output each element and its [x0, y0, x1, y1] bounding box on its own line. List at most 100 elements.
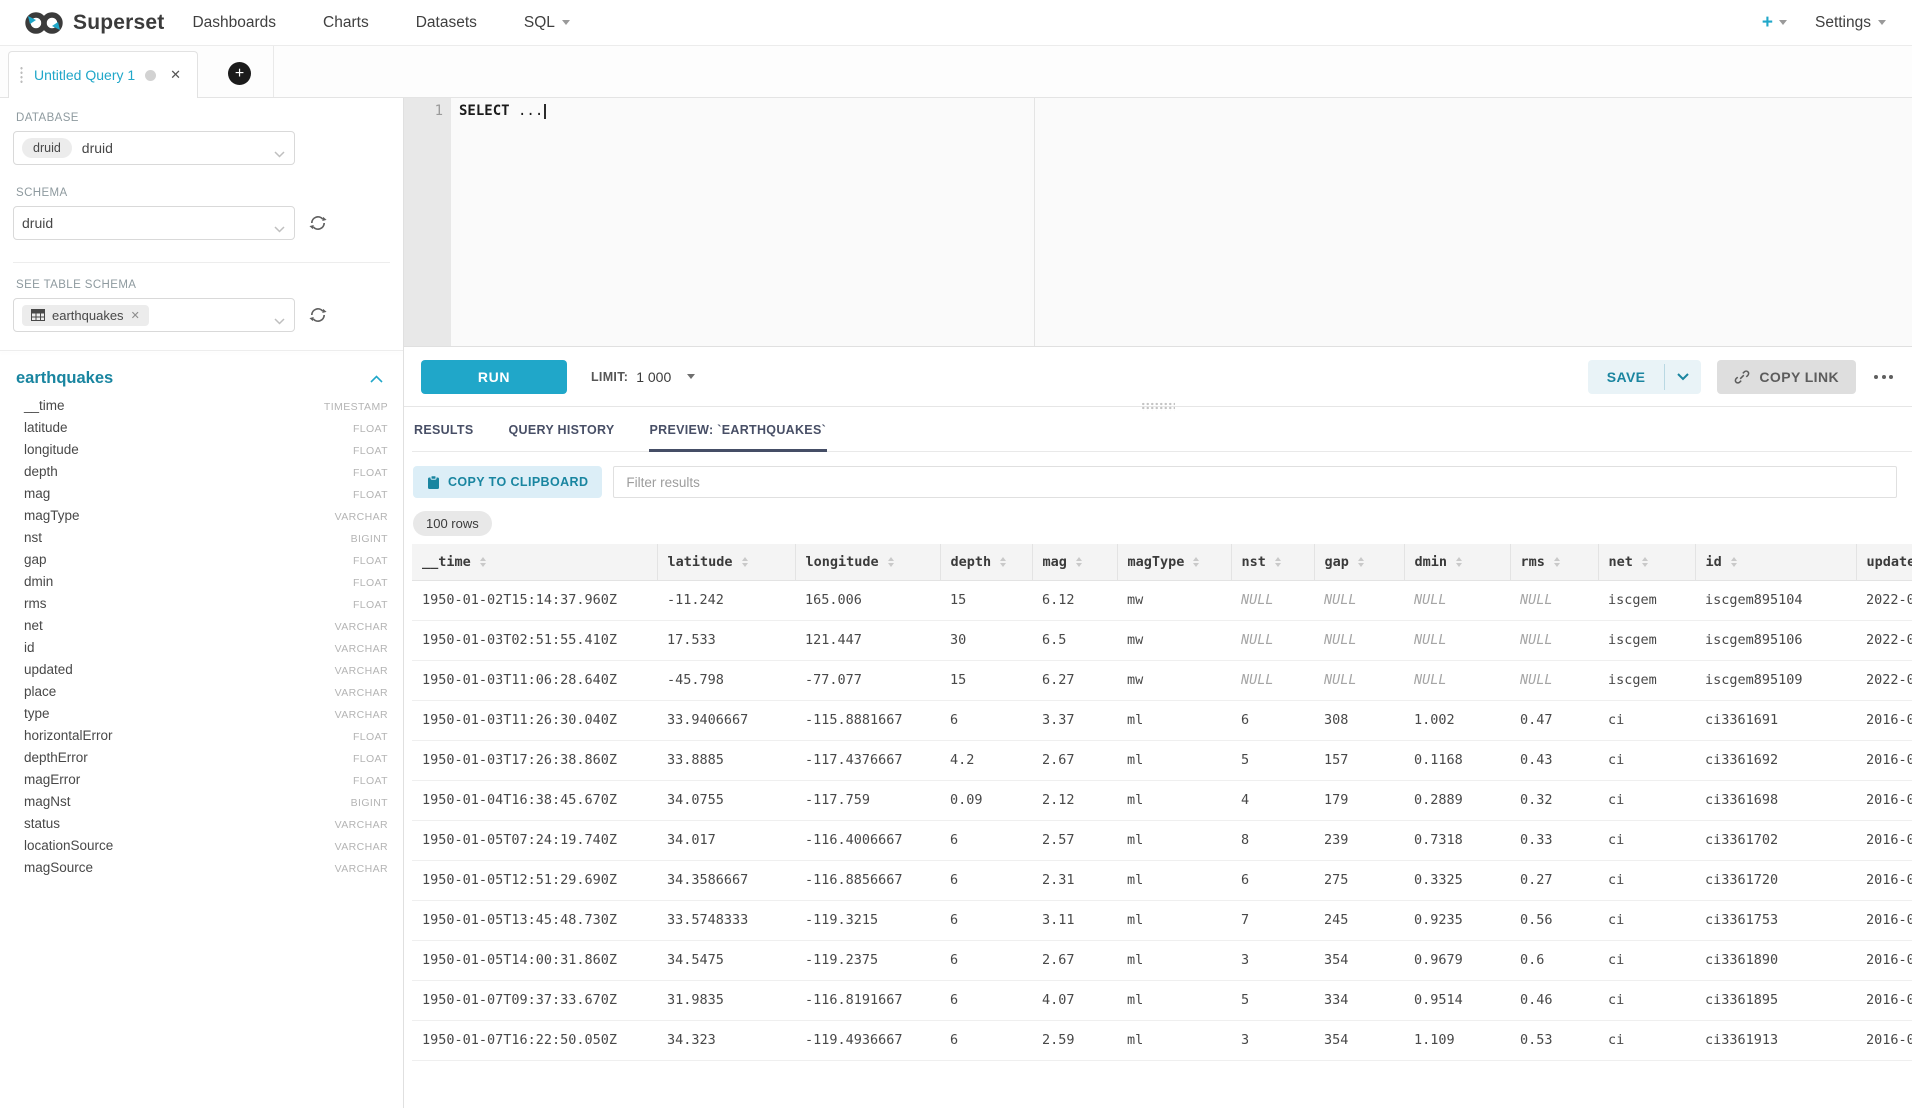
table-cell: NULL — [1404, 620, 1510, 660]
table-cell: 239 — [1314, 820, 1404, 860]
close-tab-icon[interactable]: ✕ — [170, 67, 181, 83]
nav-dashboards[interactable]: Dashboards — [192, 14, 276, 32]
column-name: depthError — [24, 750, 88, 765]
grid-header-label: mag — [1043, 554, 1067, 570]
collapse-table-icon[interactable] — [366, 373, 387, 385]
add-query-tab-button[interactable]: + — [228, 62, 251, 85]
sort-icon[interactable] — [888, 557, 894, 568]
sql-editor[interactable]: 1 SELECT ... — [404, 98, 1912, 347]
sort-icon[interactable] — [1076, 557, 1082, 568]
table-cell: 30 — [940, 620, 1032, 660]
database-label: DATABASE — [16, 112, 390, 124]
table-row: 1950-01-02T15:14:37.960Z-11.242165.00615… — [412, 580, 1912, 620]
table-cell: 2.57 — [1032, 820, 1117, 860]
sort-icon[interactable] — [1275, 557, 1281, 568]
pane-resize-handle[interactable] — [1141, 402, 1175, 411]
grid-column-header-magType[interactable]: magType — [1117, 544, 1231, 580]
database-select[interactable]: druid druid — [13, 131, 295, 165]
schema-select[interactable]: druid — [13, 206, 295, 240]
grid-column-header-time[interactable]: __time — [412, 544, 657, 580]
schema-column-row: dminFLOAT — [13, 574, 390, 596]
table-select[interactable]: earthquakes ✕ — [13, 298, 295, 332]
grid-column-header-nst[interactable]: nst — [1231, 544, 1314, 580]
more-actions-icon[interactable] — [1872, 369, 1895, 385]
grid-header-label: __time — [422, 554, 471, 570]
grid-column-header-net[interactable]: net — [1598, 544, 1695, 580]
sort-icon[interactable] — [1000, 557, 1006, 568]
column-name: net — [24, 618, 43, 633]
table-cell: 34.3586667 — [657, 860, 795, 900]
grid-column-header-rms[interactable]: rms — [1510, 544, 1598, 580]
nav-sql-menu[interactable]: SQL — [524, 14, 570, 32]
grid-header-label: net — [1609, 554, 1633, 570]
nav-sql-label: SQL — [524, 14, 555, 32]
sort-icon[interactable] — [1554, 557, 1560, 568]
sort-icon[interactable] — [1642, 557, 1648, 568]
grid-column-header-updated[interactable]: updated — [1856, 544, 1912, 580]
table-cell: 1950-01-03T02:51:55.410Z — [412, 620, 657, 660]
sort-icon[interactable] — [742, 557, 748, 568]
table-cell: 354 — [1314, 1020, 1404, 1060]
table-cell: 2.59 — [1032, 1020, 1117, 1060]
tab-results[interactable]: RESULTS — [413, 423, 475, 451]
sort-icon[interactable] — [1193, 557, 1199, 568]
table-cell: 34.5475 — [657, 940, 795, 980]
query-tab-active[interactable]: Untitled Query 1 ✕ — [8, 51, 198, 98]
column-type: VARCHAR — [335, 643, 388, 655]
table-cell: NULL — [1404, 580, 1510, 620]
grid-column-header-id[interactable]: id — [1695, 544, 1856, 580]
sql-code-line[interactable]: SELECT ... — [451, 101, 546, 121]
table-grid-icon — [31, 309, 45, 321]
plus-icon: + — [1762, 12, 1773, 34]
schema-column-row: horizontalErrorFLOAT — [13, 728, 390, 750]
table-cell: 6.12 — [1032, 580, 1117, 620]
table-cell: 354 — [1314, 940, 1404, 980]
copy-link-button[interactable]: COPY LINK — [1717, 360, 1856, 394]
save-button[interactable]: SAVE — [1588, 360, 1665, 394]
grid-column-header-depth[interactable]: depth — [940, 544, 1032, 580]
filter-results-input[interactable] — [613, 466, 1897, 498]
nav-charts[interactable]: Charts — [323, 14, 369, 32]
table-cell: 2.67 — [1032, 940, 1117, 980]
limit-dropdown[interactable]: LIMIT: 1 000 — [591, 369, 695, 385]
sort-icon[interactable] — [480, 557, 486, 568]
table-row: 1950-01-07T09:37:33.670Z31.9835-116.8191… — [412, 980, 1912, 1020]
selected-table-pill: earthquakes ✕ — [22, 305, 149, 326]
tab-query-history[interactable]: QUERY HISTORY — [508, 423, 616, 451]
sort-icon[interactable] — [1456, 557, 1462, 568]
refresh-schemas-icon[interactable] — [309, 214, 327, 232]
table-cell: 33.8885 — [657, 740, 795, 780]
table-cell: 15 — [940, 660, 1032, 700]
sort-icon[interactable] — [1731, 557, 1737, 568]
grid-column-header-longitude[interactable]: longitude — [795, 544, 940, 580]
grid-header-row: __time latitudelongitudedepth mag magTypens… — [412, 544, 1912, 580]
copy-to-clipboard-button[interactable]: COPY TO CLIPBOARD — [413, 466, 602, 498]
refresh-tables-icon[interactable] — [309, 306, 327, 324]
table-row: 1950-01-03T02:51:55.410Z17.533121.447306… — [412, 620, 1912, 660]
schema-column-row: statusVARCHAR — [13, 816, 390, 838]
column-type: FLOAT — [353, 599, 388, 611]
row-count-badge: 100 rows — [413, 511, 492, 536]
grid-column-header-gap[interactable]: gap — [1314, 544, 1404, 580]
table-cell: 2022-0 — [1856, 580, 1912, 620]
save-options-button[interactable] — [1665, 360, 1701, 394]
grid-column-header-latitude[interactable]: latitude — [657, 544, 795, 580]
grid-column-header-mag[interactable]: mag — [1032, 544, 1117, 580]
sort-icon[interactable] — [1358, 557, 1364, 568]
remove-table-icon[interactable]: ✕ — [131, 309, 140, 322]
table-cell: ml — [1117, 1020, 1231, 1060]
table-cell: iscgem895106 — [1695, 620, 1856, 660]
settings-menu[interactable]: Settings — [1815, 14, 1886, 32]
new-item-button[interactable]: + — [1762, 12, 1787, 34]
text-cursor — [544, 104, 546, 119]
drag-handle-icon[interactable] — [19, 66, 24, 84]
editor-gutter: 1 — [404, 98, 451, 346]
grid-column-header-dmin[interactable]: dmin — [1404, 544, 1510, 580]
run-button[interactable]: RUN — [421, 360, 567, 394]
table-cell: 34.323 — [657, 1020, 795, 1060]
superset-logo[interactable]: Superset — [24, 10, 164, 36]
table-cell: 0.33 — [1510, 820, 1598, 860]
tab-preview-earthquakes[interactable]: PREVIEW: `EARTHQUAKES` — [649, 423, 828, 451]
table-cell: ci — [1598, 980, 1695, 1020]
nav-datasets[interactable]: Datasets — [416, 14, 477, 32]
